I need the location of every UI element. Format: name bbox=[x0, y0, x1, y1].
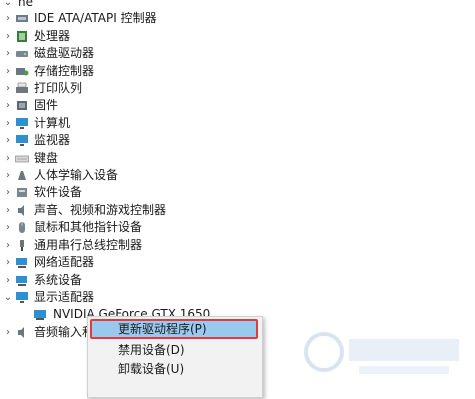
menu-item-label: 禁用设备(D) bbox=[118, 343, 185, 357]
tree-item-label: 系统设备 bbox=[34, 273, 83, 287]
display-adapter-icon bbox=[16, 292, 28, 303]
chevron-right-icon[interactable]: › bbox=[3, 28, 13, 45]
chevron-right-icon[interactable]: › bbox=[3, 202, 13, 219]
menu-item-label: 更新驱动程序(P) bbox=[118, 322, 207, 336]
menu-item-label: 卸载设备(U) bbox=[118, 362, 185, 376]
monitor-icon bbox=[16, 135, 28, 146]
ide-controller-icon bbox=[16, 15, 28, 22]
chevron-right-icon[interactable]: › bbox=[3, 272, 13, 289]
tree-item-label: 显示适配器 bbox=[34, 290, 95, 304]
chevron-right-icon[interactable]: › bbox=[3, 115, 13, 132]
software-device-icon bbox=[17, 188, 27, 197]
tree-item-label: 音频输入和 bbox=[34, 325, 95, 339]
chevron-right-icon[interactable]: › bbox=[3, 132, 13, 149]
context-menu: 更新驱动程序(P) 禁用设备(D) 卸载设备(U) bbox=[87, 316, 263, 398]
chevron-right-icon[interactable]: › bbox=[3, 150, 13, 167]
chevron-right-icon[interactable]: › bbox=[3, 254, 13, 271]
chevron-down-icon[interactable]: ⌄ bbox=[3, 289, 13, 306]
tree-root-label: ne bbox=[18, 0, 33, 9]
audio-io-icon bbox=[18, 327, 24, 338]
system-device-icon bbox=[16, 276, 27, 286]
mouse-icon bbox=[19, 222, 25, 233]
cpu-icon bbox=[17, 31, 27, 42]
tree-item-label: 处理器 bbox=[34, 29, 71, 43]
chevron-right-icon[interactable]: › bbox=[3, 237, 13, 254]
menu-item-scan-hardware[interactable] bbox=[90, 379, 258, 399]
computer-icon bbox=[16, 118, 28, 129]
tree-item-label: 鼠标和其他指针设备 bbox=[34, 220, 143, 234]
chevron-right-icon[interactable]: › bbox=[3, 10, 13, 27]
chevron-right-icon[interactable]: › bbox=[3, 167, 13, 184]
keyboard-icon bbox=[15, 155, 29, 163]
storage-controller-icon bbox=[16, 68, 29, 76]
menu-item-uninstall-device[interactable]: 卸载设备(U) bbox=[90, 359, 258, 379]
tree-item-label: 存储控制器 bbox=[34, 64, 95, 78]
usb-icon bbox=[20, 240, 24, 251]
speaker-icon bbox=[18, 205, 24, 216]
chevron-right-icon[interactable]: › bbox=[3, 219, 13, 236]
chevron-right-icon[interactable]: › bbox=[3, 97, 13, 114]
watermark-logo bbox=[304, 332, 459, 374]
menu-item-update-driver[interactable]: 更新驱动程序(P) bbox=[90, 319, 258, 339]
tree-item-label: 固件 bbox=[34, 98, 59, 112]
tree-item-label: 网络适配器 bbox=[34, 255, 95, 269]
chevron-right-icon[interactable]: › bbox=[3, 184, 13, 201]
chevron-right-icon[interactable]: › bbox=[3, 45, 13, 62]
tree-item-label: 通用串行总线控制器 bbox=[34, 238, 143, 252]
tree-item-label: 软件设备 bbox=[34, 185, 83, 199]
tree-item-label: 监视器 bbox=[34, 133, 71, 147]
chevron-right-icon[interactable]: › bbox=[3, 63, 13, 80]
gpu-icon bbox=[34, 310, 46, 320]
menu-item-disable-device[interactable]: 禁用设备(D) bbox=[90, 340, 258, 360]
chevron-right-icon[interactable]: › bbox=[3, 324, 13, 341]
hid-icon bbox=[18, 171, 26, 180]
tree-item-label: 计算机 bbox=[34, 116, 71, 130]
firmware-icon bbox=[17, 101, 27, 110]
disk-drive-icon bbox=[16, 51, 28, 57]
tree-item-label: 键盘 bbox=[34, 151, 59, 165]
chevron-right-icon[interactable]: › bbox=[3, 80, 13, 97]
network-adapter-icon bbox=[16, 258, 27, 268]
tree-item-label: 声音、视频和游戏控制器 bbox=[34, 203, 167, 217]
tree-item-label: 人体学输入设备 bbox=[34, 168, 119, 182]
tree-item-label: IDE ATA/ATAPI 控制器 bbox=[34, 11, 157, 25]
printer-icon bbox=[16, 82, 28, 93]
tree-item-label: 磁盘驱动器 bbox=[34, 46, 95, 60]
tree-item-label: 打印队列 bbox=[34, 81, 83, 95]
